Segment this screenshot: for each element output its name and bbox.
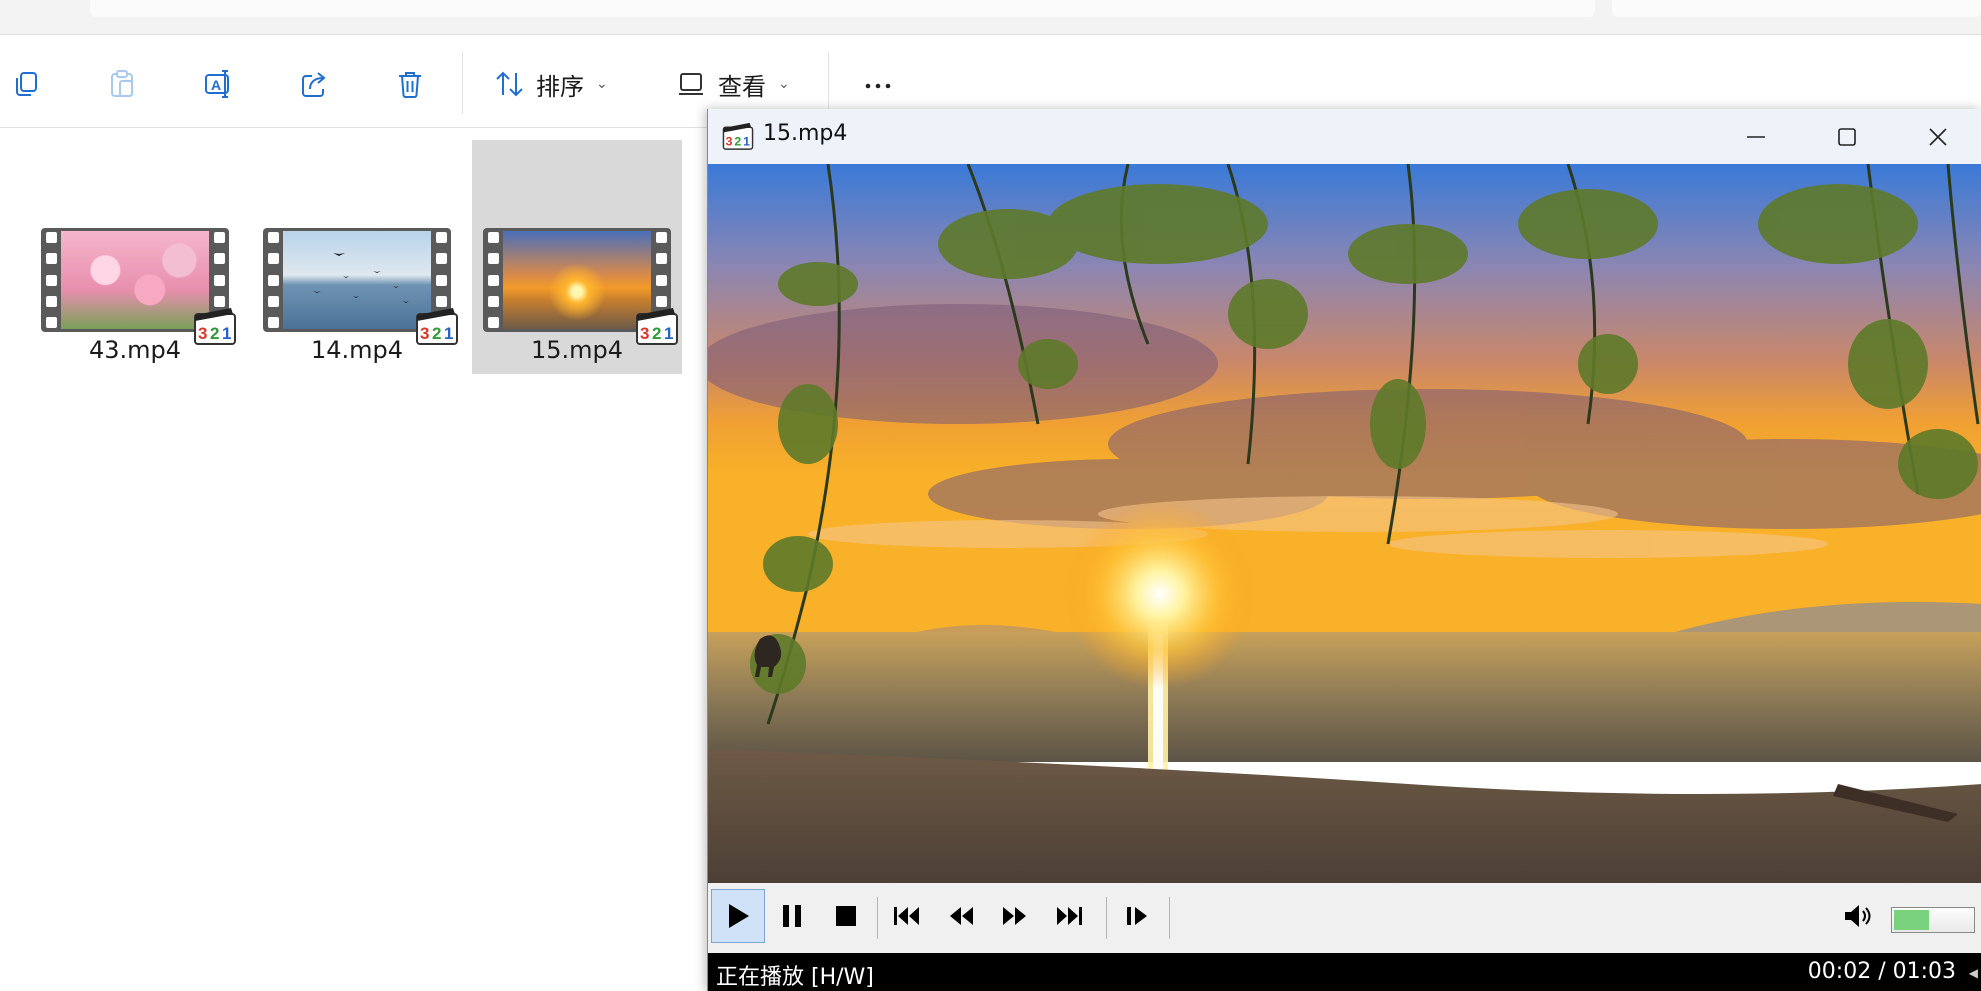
copy-icon (16, 72, 37, 96)
sort-label: 排序 (536, 72, 584, 101)
playback-status: 正在播放 [H/W] (716, 965, 874, 990)
file-item-selected[interactable]: 3 2 1 15.mp4 (472, 140, 682, 374)
file-name: 15.mp4 (530, 336, 624, 364)
previous-button[interactable] (880, 889, 934, 943)
more-options-button[interactable] (858, 60, 898, 108)
skip-forward-icon (1057, 907, 1082, 925)
play-icon (729, 904, 749, 928)
trash-icon (399, 72, 421, 98)
rewind-button[interactable] (934, 889, 988, 943)
playback-controls (708, 883, 1981, 953)
explorer-top-bar (0, 0, 1981, 35)
delete-button[interactable] (390, 60, 430, 108)
fast-forward-button[interactable] (988, 889, 1042, 943)
speaker-icon (1845, 905, 1871, 927)
paste-button[interactable] (102, 60, 142, 108)
share-icon (302, 72, 326, 97)
address-bar[interactable] (90, 0, 1595, 17)
audio-status-icon: ◀ (1968, 966, 1978, 980)
video-thumbnail: 3 2 1 (483, 228, 678, 345)
chevron-down-icon: ⌄ (596, 76, 608, 92)
view-icon (679, 73, 703, 95)
video-display[interactable] (708, 164, 1981, 883)
stop-icon (836, 906, 856, 926)
pause-button[interactable] (765, 889, 819, 943)
pause-icon (783, 905, 801, 927)
maximize-icon (1838, 127, 1856, 146)
rename-button[interactable]: A (198, 60, 238, 108)
controls-separator (877, 897, 878, 939)
rewind-icon (950, 907, 973, 925)
volume-slider[interactable] (1891, 907, 1975, 933)
view-menu-button[interactable]: 查看 ⌄ (676, 60, 790, 108)
playback-time: 00:02 / 01:03 (1807, 959, 1956, 984)
sunset-video-frame (708, 164, 1981, 883)
share-button[interactable] (294, 60, 334, 108)
skip-back-icon (894, 907, 919, 925)
player-status-bar: 正在播放 [H/W] 00:02 / 01:03 ◀ (708, 953, 1981, 991)
controls-separator (1169, 897, 1170, 939)
file-item[interactable]: 3 2 1 14.mp4 (252, 140, 462, 374)
fast-forward-icon (1003, 907, 1026, 925)
video-thumbnail: 3 2 1 (41, 228, 236, 345)
view-label: 查看 (718, 72, 766, 101)
rename-icon: A (205, 70, 229, 98)
frame-step-button[interactable] (1111, 889, 1165, 943)
minimize-icon (1747, 135, 1765, 138)
controls-separator (1106, 897, 1107, 939)
toolbar-separator (828, 52, 829, 114)
play-button[interactable] (711, 889, 765, 943)
volume-level (1894, 910, 1929, 930)
media-player-window: 3 2 1 15.mp4 正在播放 [H/W] 00:02 / 01:03 ◀ (707, 109, 1981, 991)
paste-icon (111, 70, 133, 97)
minimize-button[interactable] (1710, 109, 1802, 164)
copy-button[interactable] (6, 60, 46, 108)
svg-text:1: 1 (743, 134, 750, 148)
file-name: 43.mp4 (88, 336, 182, 364)
video-thumbnail: 3 2 1 (263, 228, 458, 345)
chevron-down-icon: ⌄ (778, 76, 790, 92)
window-title: 15.mp4 (763, 121, 848, 146)
frame-step-icon (1127, 907, 1147, 925)
toolbar-separator (462, 52, 463, 114)
sort-menu-button[interactable]: 排序 ⌄ (494, 60, 608, 108)
sort-icon (496, 71, 523, 97)
player-titlebar[interactable]: 3 2 1 15.mp4 (708, 109, 1981, 164)
maximize-button[interactable] (1801, 109, 1893, 164)
mpc-app-icon: 3 2 1 (722, 122, 754, 150)
svg-text:A: A (211, 77, 221, 93)
more-icon (865, 83, 891, 89)
file-item[interactable]: 3 2 1 43.mp4 (30, 140, 240, 374)
svg-text:3: 3 (726, 134, 733, 148)
file-name: 14.mp4 (310, 336, 404, 364)
stop-button[interactable] (819, 889, 873, 943)
mute-button[interactable] (1831, 889, 1885, 943)
close-button[interactable] (1892, 109, 1981, 164)
close-icon (1929, 127, 1947, 146)
next-button[interactable] (1042, 889, 1096, 943)
svg-text:2: 2 (734, 134, 741, 148)
search-box[interactable] (1612, 0, 1981, 17)
